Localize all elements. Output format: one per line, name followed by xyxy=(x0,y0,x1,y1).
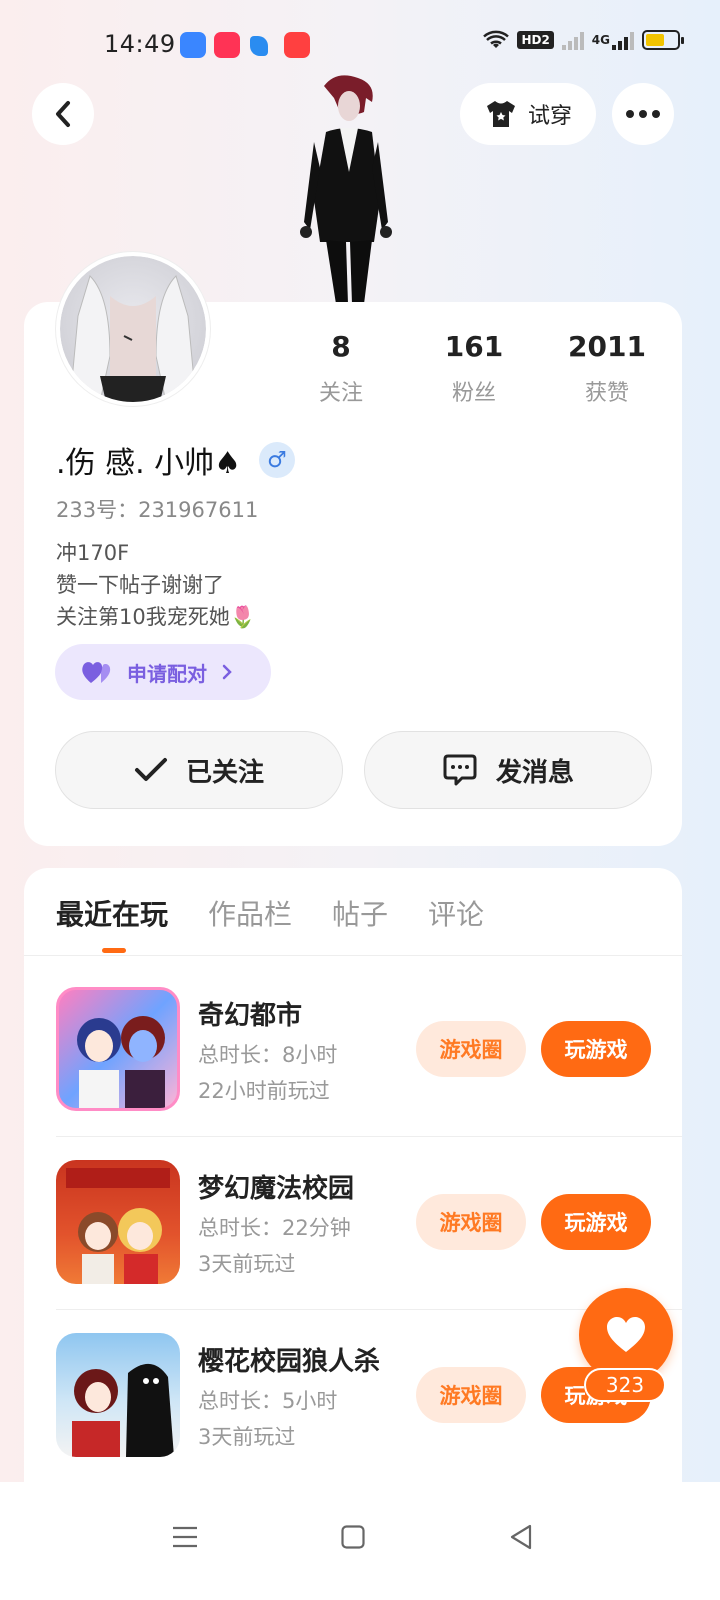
status-icons: HD2 4G xyxy=(483,30,684,50)
play-game-button[interactable]: 玩游戏 xyxy=(541,1021,651,1077)
back-triangle-icon xyxy=(510,1524,532,1550)
game-title: 樱花校园狼人杀 xyxy=(198,1347,381,1377)
shopping-app-icon xyxy=(284,32,310,58)
signal-1-icon xyxy=(561,30,584,50)
game-duration: 总时长：22分钟 xyxy=(198,1216,351,1240)
send-message-label: 发消息 xyxy=(495,757,574,788)
try-on-label: 试穿 xyxy=(527,104,572,129)
profile-tabs: 最近在玩 作品栏 帖子 评论 xyxy=(56,893,484,933)
pair-hearts-icon xyxy=(82,662,111,683)
character-figure-image[interactable] xyxy=(296,72,396,304)
signal-2-icon xyxy=(612,30,634,50)
likes-count: 2011 xyxy=(568,330,646,363)
back-button[interactable] xyxy=(32,83,94,145)
apply-pair-button[interactable]: 申请配对 xyxy=(55,644,271,700)
game-circle-button[interactable]: 游戏圈 xyxy=(416,1021,526,1077)
active-tab-indicator xyxy=(102,948,126,953)
play-game-button[interactable]: 玩游戏 xyxy=(541,1194,651,1250)
followed-button[interactable]: 已关注 xyxy=(55,731,343,809)
like-count-badge: 323 xyxy=(584,1368,666,1402)
game-title: 梦幻魔法校园 xyxy=(198,1174,355,1204)
game-last-played: 3天前玩过 xyxy=(198,1425,296,1449)
bio-line: 赞一下帖子谢谢了 xyxy=(56,573,224,597)
game-last-played: 22小时前玩过 xyxy=(198,1079,330,1103)
game-last-played: 3天前玩过 xyxy=(198,1252,296,1276)
stat-likes[interactable]: 2011 获赞 xyxy=(547,330,667,407)
game-row[interactable]: 奇幻都市 总时长：8小时 22小时前玩过 游戏圈 玩游戏 xyxy=(56,987,656,1113)
system-nav-bar xyxy=(0,1482,720,1600)
network-type: 4G xyxy=(591,33,610,47)
home-square-icon xyxy=(341,1525,365,1549)
fans-count: 161 xyxy=(444,330,504,363)
tab-recently-played[interactable]: 最近在玩 xyxy=(56,893,168,933)
game-duration: 总时长：5小时 xyxy=(198,1389,338,1413)
user-name-row: .伤 感. 小帅♠ ♂ xyxy=(56,438,296,482)
message-app-icon xyxy=(180,32,206,58)
stat-following[interactable]: 8 关注 xyxy=(281,330,401,407)
game-thumbnail[interactable] xyxy=(56,1160,180,1284)
check-icon xyxy=(134,758,167,781)
shirt-icon xyxy=(486,101,515,127)
game-row[interactable]: 樱花校园狼人杀 总时长：5小时 3天前玩过 游戏圈 玩游戏 xyxy=(56,1333,656,1459)
home-nav-button[interactable] xyxy=(328,1512,378,1562)
following-count: 8 xyxy=(331,330,351,363)
chevron-right-icon xyxy=(222,664,232,680)
try-on-button[interactable]: 试穿 xyxy=(460,83,596,145)
send-message-button[interactable]: 发消息 xyxy=(364,731,652,809)
followed-label: 已关注 xyxy=(185,757,264,788)
game-circle-button[interactable]: 游戏圈 xyxy=(416,1367,526,1423)
game-title: 奇幻都市 xyxy=(198,1001,303,1031)
back-nav-button[interactable] xyxy=(496,1512,546,1562)
apply-pair-label: 申请配对 xyxy=(127,661,207,686)
more-dots-icon xyxy=(626,110,660,118)
likes-label: 获赞 xyxy=(584,381,629,406)
hd-voice-badge: HD2 xyxy=(517,31,554,49)
status-time: 14:49 xyxy=(104,30,176,58)
game-row[interactable]: 梦幻魔法校园 总时长：22分钟 3天前玩过 游戏圈 玩游戏 xyxy=(56,1160,656,1286)
user-id[interactable]: 233号：231967611 xyxy=(56,494,258,524)
tab-works[interactable]: 作品栏 xyxy=(208,893,292,933)
game-thumbnail[interactable] xyxy=(56,1333,180,1457)
male-gender-icon: ♂ xyxy=(259,442,296,478)
menu-lines-icon xyxy=(173,1526,197,1548)
game-duration: 总时长：8小时 xyxy=(198,1043,338,1067)
user-bio: 冲170F 赞一下帖子谢谢了 关注第10我宠死她🌷 xyxy=(56,537,256,633)
tab-posts[interactable]: 帖子 xyxy=(332,893,388,933)
user-avatar[interactable] xyxy=(56,252,210,406)
following-label: 关注 xyxy=(318,381,363,406)
bio-line: 冲170F xyxy=(56,541,130,565)
video-app-icon xyxy=(214,32,240,58)
tab-comments[interactable]: 评论 xyxy=(428,893,484,933)
menu-nav-button[interactable] xyxy=(160,1512,210,1562)
avatar-outfit-image xyxy=(69,275,197,402)
fans-label: 粉丝 xyxy=(451,381,496,406)
bio-line: 关注第10我宠死她🌷 xyxy=(56,605,256,629)
game-circle-button[interactable]: 游戏圈 xyxy=(416,1194,526,1250)
stat-fans[interactable]: 161 粉丝 xyxy=(414,330,534,407)
back-arrow-icon xyxy=(56,101,70,127)
tabs-divider xyxy=(24,955,682,956)
heart-icon xyxy=(607,1317,645,1352)
row-divider xyxy=(56,1136,682,1137)
user-name: .伤 感. 小帅♠ xyxy=(56,446,242,481)
more-button[interactable] xyxy=(612,83,674,145)
chat-bubble-icon xyxy=(443,754,477,786)
game-thumbnail[interactable] xyxy=(56,987,180,1111)
wifi-icon xyxy=(483,30,510,48)
feather-app-icon xyxy=(250,36,268,56)
battery-icon xyxy=(642,30,684,50)
